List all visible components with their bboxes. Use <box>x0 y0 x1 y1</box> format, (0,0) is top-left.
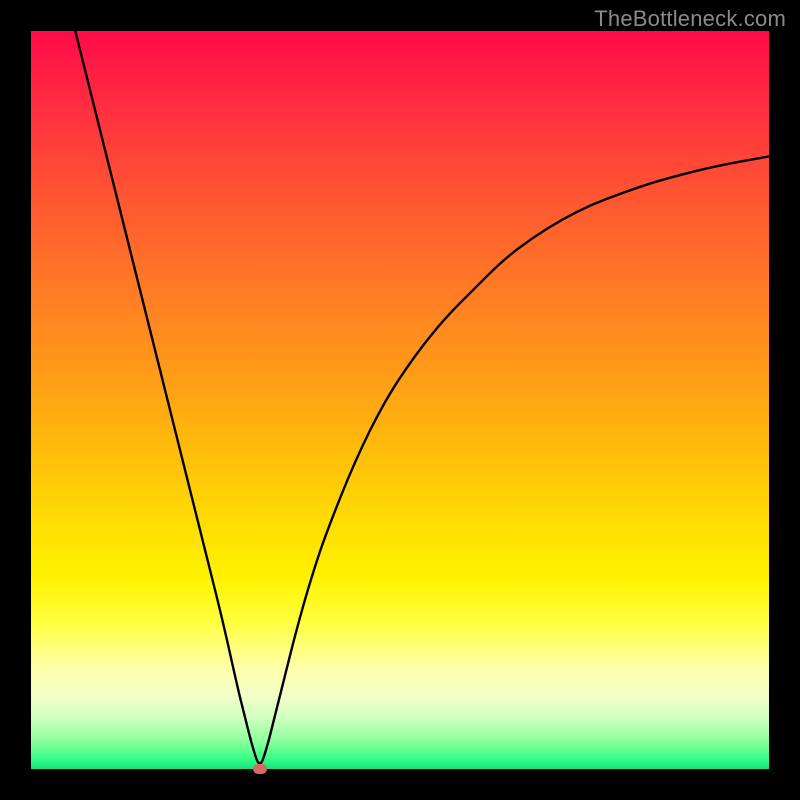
chart-frame: TheBottleneck.com <box>0 0 800 800</box>
bottleneck-point <box>253 764 267 774</box>
plot-area <box>31 31 769 769</box>
watermark-text: TheBottleneck.com <box>594 6 786 32</box>
bottleneck-curve <box>31 31 769 769</box>
